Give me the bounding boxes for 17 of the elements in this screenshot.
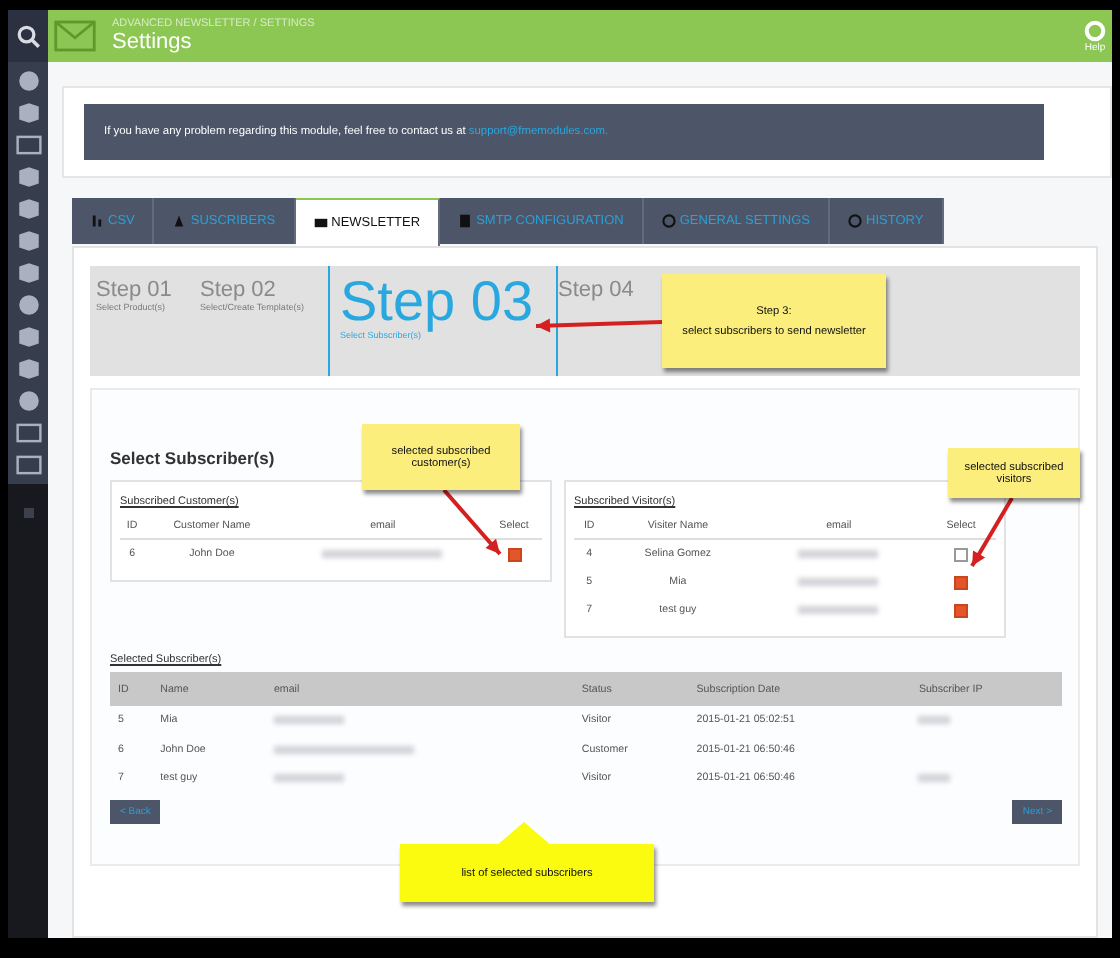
blurred-email [322,550,443,558]
pointer-arrow [535,318,663,333]
section-title: Select Subscriber(s) [110,448,275,468]
checkbox[interactable] [507,547,522,561]
checkbox[interactable] [954,603,969,617]
blurred-email [273,745,414,754]
checkbox[interactable] [954,575,969,589]
search-icon[interactable] [15,23,41,49]
wizard-step[interactable]: Step 04 [558,266,640,302]
blurred-email [273,774,344,783]
blurred-email [798,550,879,558]
blurred-email [798,606,879,614]
page-title: Settings [112,30,194,54]
pointer-arrow [442,488,502,556]
blurred-email [273,716,344,725]
blurred-email [798,578,879,586]
checkbox[interactable] [954,547,969,561]
